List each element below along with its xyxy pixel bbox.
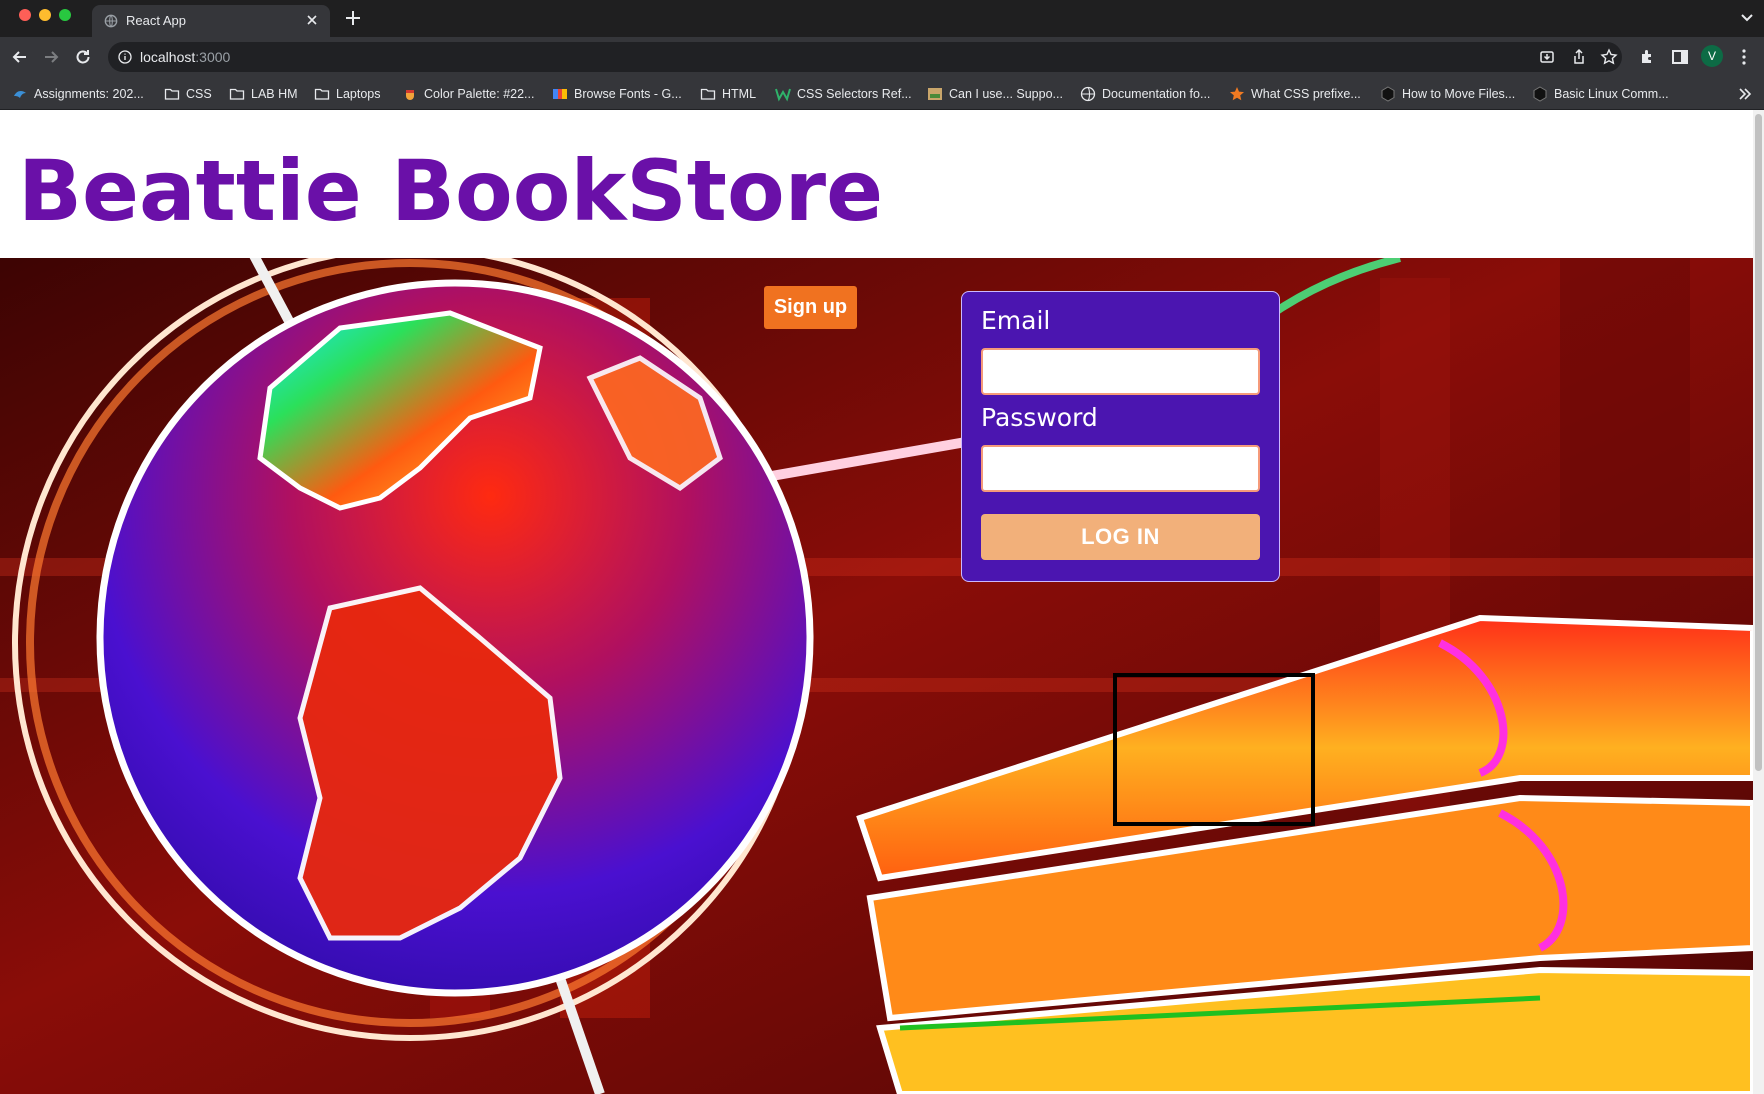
password-label: Password bbox=[981, 403, 1098, 432]
log-in-button[interactable]: LOG IN bbox=[981, 514, 1260, 560]
globe-icon bbox=[1080, 86, 1096, 102]
page-title: Beattie BookStore bbox=[18, 142, 884, 240]
bookmark-label: Basic Linux Comm... bbox=[1554, 87, 1669, 101]
bookmark-item[interactable]: Browse Fonts - G... bbox=[552, 85, 682, 103]
bookmark-item[interactable]: LAB HM bbox=[229, 85, 298, 103]
browser-tab-strip: React App bbox=[0, 0, 1764, 37]
bookmark-label: Color Palette: #22... bbox=[424, 87, 535, 101]
url-port: :3000 bbox=[195, 49, 231, 65]
page-scrollbar[interactable] bbox=[1753, 110, 1764, 1094]
globe-icon bbox=[104, 14, 118, 28]
bookmark-label: Assignments: 202... bbox=[34, 87, 144, 101]
bookmarks-bar: Assignments: 202... CSS LAB HM Laptops C… bbox=[0, 77, 1764, 110]
bookmark-item[interactable]: Laptops bbox=[314, 85, 380, 103]
hero-section: Sign up Email Password LOG IN bbox=[0, 258, 1753, 1094]
tab-title: React App bbox=[126, 13, 186, 28]
kebab-menu-icon[interactable] bbox=[1734, 47, 1754, 67]
share-icon[interactable] bbox=[1570, 48, 1588, 66]
hexagon-icon bbox=[1381, 86, 1395, 102]
close-window-button[interactable] bbox=[19, 9, 31, 21]
address-bar[interactable]: localhost:3000 bbox=[108, 42, 1622, 72]
maximize-window-button[interactable] bbox=[59, 9, 71, 21]
page-viewport: Beattie BookStore Sign up Email Password… bbox=[0, 110, 1764, 1094]
caniuse-icon bbox=[928, 88, 942, 100]
globe-and-books-background-image bbox=[0, 258, 1753, 1094]
bookmark-label: What CSS prefixe... bbox=[1251, 87, 1361, 101]
bookmark-item[interactable]: Basic Linux Comm... bbox=[1532, 85, 1669, 103]
bookmark-label: Can I use... Suppo... bbox=[949, 87, 1063, 101]
bookmark-label: Browse Fonts - G... bbox=[574, 87, 682, 101]
bookmark-label: LAB HM bbox=[251, 87, 298, 101]
close-icon[interactable] bbox=[304, 12, 320, 28]
new-tab-icon[interactable] bbox=[344, 9, 362, 27]
star-icon bbox=[1230, 87, 1244, 101]
email-field[interactable] bbox=[981, 348, 1260, 395]
w-icon bbox=[775, 88, 791, 102]
sign-up-button[interactable]: Sign up bbox=[764, 286, 857, 329]
chevron-double-right-icon[interactable] bbox=[1738, 87, 1752, 101]
bookmark-label: HTML bbox=[722, 87, 757, 101]
side-panel-icon[interactable] bbox=[1670, 47, 1690, 67]
bookmark-item[interactable]: Color Palette: #22... bbox=[402, 85, 534, 103]
folder-icon bbox=[164, 88, 180, 100]
bookmark-item[interactable]: Can I use... Suppo... bbox=[927, 85, 1063, 103]
bookmark-label: CSS Selectors Ref... bbox=[797, 87, 912, 101]
minimize-window-button[interactable] bbox=[39, 9, 51, 21]
extensions-icon[interactable] bbox=[1638, 47, 1658, 67]
bookmark-item[interactable]: CSS bbox=[164, 85, 212, 103]
browser-tab-active[interactable]: React App bbox=[92, 5, 330, 37]
palette-icon bbox=[406, 90, 414, 100]
install-icon[interactable] bbox=[1538, 48, 1556, 66]
bookmark-label: How to Move Files... bbox=[1402, 87, 1516, 101]
scrollbar-thumb[interactable] bbox=[1755, 114, 1762, 771]
bookmark-item[interactable]: Assignments: 202... bbox=[12, 85, 144, 103]
chevron-down-icon[interactable] bbox=[1740, 11, 1754, 25]
bookmark-item[interactable]: Documentation fo... bbox=[1080, 85, 1210, 103]
profile-avatar[interactable]: V bbox=[1701, 45, 1723, 67]
browser-toolbar: localhost:3000 V bbox=[0, 37, 1764, 77]
email-label: Email bbox=[981, 306, 1051, 335]
fonts-icon bbox=[553, 89, 567, 99]
password-field[interactable] bbox=[981, 445, 1260, 492]
bookmark-label: Laptops bbox=[336, 87, 381, 101]
folder-icon bbox=[229, 88, 245, 100]
login-form: Email Password LOG IN bbox=[961, 291, 1280, 582]
reload-icon[interactable] bbox=[73, 47, 93, 67]
bookmark-item[interactable]: What CSS prefixe... bbox=[1229, 85, 1361, 103]
bookmark-item[interactable]: CSS Selectors Ref... bbox=[775, 85, 912, 103]
url-text: localhost:3000 bbox=[140, 49, 230, 65]
back-arrow-icon[interactable] bbox=[10, 47, 30, 67]
folder-icon bbox=[314, 88, 330, 100]
bookmark-label: Documentation fo... bbox=[1102, 87, 1211, 101]
info-icon[interactable] bbox=[118, 50, 132, 64]
folder-icon bbox=[700, 88, 716, 100]
hexagon-icon bbox=[1533, 86, 1547, 102]
bookmark-label: CSS bbox=[186, 87, 212, 101]
bird-icon bbox=[14, 91, 26, 98]
forward-arrow-icon[interactable] bbox=[41, 47, 61, 67]
bookmark-item[interactable]: How to Move Files... bbox=[1380, 85, 1515, 103]
site-header: Beattie BookStore bbox=[0, 110, 1753, 258]
url-host: localhost bbox=[140, 49, 196, 65]
bookmark-item[interactable]: HTML bbox=[700, 85, 756, 103]
bookmark-star-icon[interactable] bbox=[1600, 48, 1618, 66]
